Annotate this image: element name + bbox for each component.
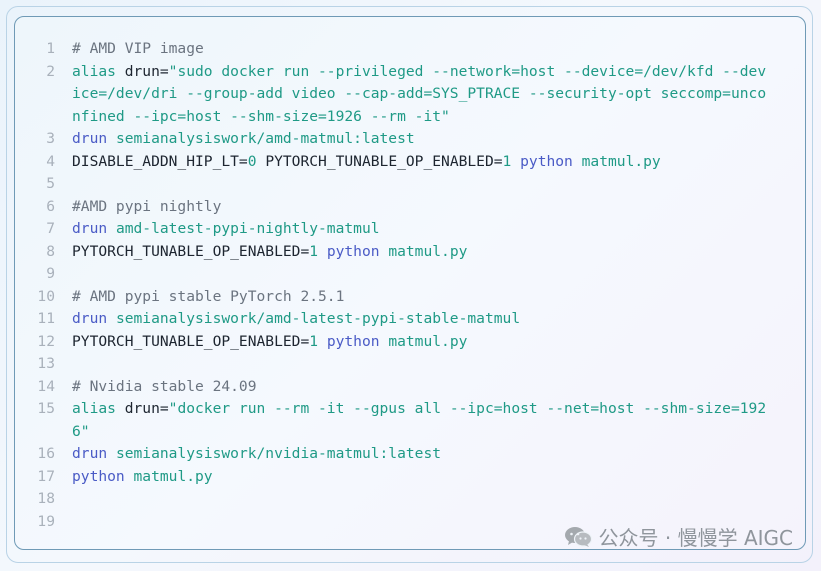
line-number: 4 — [46, 152, 55, 170]
line-number: 5 — [46, 175, 55, 192]
code-token: drun — [72, 310, 116, 327]
line-number: 1 — [46, 40, 55, 57]
code-line: 11 drun semianalysiswork/amd-latest-pypi-… — [15, 308, 805, 331]
line-text: PYTORCH_TUNABLE_OP_ENABLED=1 python matm… — [72, 331, 772, 354]
code-token: 1 — [309, 332, 319, 350]
line-text — [72, 263, 772, 286]
line-number: 2 — [46, 62, 55, 80]
code-token: 1 — [309, 242, 319, 260]
code-line: 10 # AMD pypi stable PyTorch 2.5.1 — [15, 286, 805, 309]
code-token: semianalysiswork/amd-latest-pypi-stable-… — [115, 310, 521, 327]
code-token: PYTORCH_TUNABLE_OP_ENABLED= — [256, 152, 503, 170]
code-line: 13 — [15, 353, 805, 376]
code-token: # Nvidia stable 24.09 — [72, 377, 257, 395]
code-line: 6 #AMD pypi nightly — [15, 196, 805, 219]
line-number: 19 — [37, 512, 55, 530]
code-token: drun — [72, 445, 116, 462]
code-token: python — [318, 332, 389, 350]
line-text: python matmul.py — [72, 466, 772, 489]
code-token: PYTORCH_TUNABLE_OP_ENABLED= — [72, 242, 310, 260]
code-line: 8 PYTORCH_TUNABLE_OP_ENABLED=1 python mat… — [15, 241, 805, 264]
code-token: matmul.py — [133, 467, 213, 485]
line-number: 9 — [46, 265, 55, 282]
code-token: alias — [72, 62, 125, 80]
line-text: alias drun="docker run --rm -it --gpus a… — [72, 398, 772, 443]
code-line: 3 drun semianalysiswork/amd-matmul:latest — [15, 128, 805, 151]
code-token: drun= — [124, 400, 169, 417]
code-token: # AMD VIP image — [72, 40, 204, 57]
watermark: 公众号 · 慢慢学 AIGC — [564, 522, 793, 551]
line-number: 11 — [37, 310, 55, 327]
code-token: "docker run --rm -it --gpus all --ipc=ho… — [72, 400, 767, 440]
code-line: 1 # AMD VIP image — [15, 38, 805, 61]
line-number: 12 — [37, 332, 55, 350]
line-text: #AMD pypi nightly — [72, 196, 772, 219]
line-number: 3 — [46, 130, 55, 147]
code-line: 12 PYTORCH_TUNABLE_OP_ENABLED=1 python ma… — [15, 331, 805, 354]
code-token: PYTORCH_TUNABLE_OP_ENABLED= — [72, 332, 310, 350]
code-line: 7 drun amd-latest-pypi-nightly-matmul — [15, 218, 805, 241]
code-token: DISABLE_ADDN_HIP_LT= — [72, 152, 248, 170]
line-text: # AMD VIP image — [72, 38, 772, 61]
code-token: drun — [72, 130, 116, 147]
code-token: "sudo docker run --privileged --network=… — [72, 62, 767, 125]
code-token: semianalysiswork/nvidia-matmul:latest — [115, 445, 442, 462]
code-block[interactable]: 1 # AMD VIP image 2 alias drun="sudo docker… — [14, 16, 806, 550]
code-token: python — [72, 467, 134, 485]
line-text: # AMD pypi stable PyTorch 2.5.1 — [72, 286, 772, 309]
line-text — [72, 173, 772, 196]
line-text: drun semianalysiswork/amd-matmul:latest — [72, 128, 772, 151]
line-text: drun semianalysiswork/nvidia-matmul:late… — [72, 443, 772, 466]
code-token: #AMD pypi nightly — [72, 197, 222, 215]
line-text: drun semianalysiswork/amd-latest-pypi-st… — [72, 308, 772, 331]
code-lines: 1 # AMD VIP image 2 alias drun="sudo docker… — [15, 38, 805, 533]
line-text: alias drun="sudo docker run --privileged… — [72, 61, 772, 129]
line-number: 13 — [37, 355, 55, 372]
line-text: DISABLE_ADDN_HIP_LT=0 PYTORCH_TUNABLE_OP… — [72, 151, 772, 174]
line-number: 8 — [46, 242, 55, 260]
watermark-text: 公众号 · 慢慢学 AIGC — [598, 526, 793, 550]
wechat-icon — [564, 526, 592, 548]
code-token: matmul.py — [388, 332, 468, 350]
code-token: matmul.py — [581, 152, 661, 170]
line-number: 7 — [46, 220, 55, 237]
line-number: 15 — [37, 400, 55, 417]
code-line: 2 alias drun="sudo docker run --privilege… — [15, 61, 805, 129]
code-token: 0 — [247, 152, 257, 170]
line-number: 18 — [37, 490, 55, 507]
code-token: python — [511, 152, 582, 170]
code-line: 14 # Nvidia stable 24.09 — [15, 376, 805, 399]
code-line: 15 alias drun="docker run --rm -it --gpus… — [15, 398, 805, 443]
code-line: 18 — [15, 488, 805, 511]
code-line: 5 — [15, 173, 805, 196]
code-line: 17 python matmul.py — [15, 466, 805, 489]
line-text — [72, 353, 772, 376]
code-token: # AMD pypi stable PyTorch 2.5.1 — [72, 287, 345, 305]
line-number: 14 — [37, 377, 55, 395]
line-number: 10 — [37, 287, 55, 305]
line-number: 16 — [37, 445, 55, 462]
line-number: 17 — [37, 467, 55, 485]
line-text: # Nvidia stable 24.09 — [72, 376, 772, 399]
line-text: PYTORCH_TUNABLE_OP_ENABLED=1 python matm… — [72, 241, 772, 264]
code-line: 16 drun semianalysiswork/nvidia-matmul:la… — [15, 443, 805, 466]
code-line: 4 DISABLE_ADDN_HIP_LT=0 PYTORCH_TUNABLE_O… — [15, 151, 805, 174]
line-number: 6 — [46, 197, 55, 215]
code-token: drun= — [124, 62, 169, 80]
line-text — [72, 488, 772, 511]
code-token: matmul.py — [388, 242, 468, 260]
code-line: 9 — [15, 263, 805, 286]
line-text: drun amd-latest-pypi-nightly-matmul — [72, 218, 772, 241]
code-token: drun — [72, 220, 116, 237]
code-token: semianalysiswork/amd-matmul:latest — [115, 130, 415, 147]
code-token: python — [318, 242, 389, 260]
code-token: alias — [72, 400, 125, 417]
code-token: amd-latest-pypi-nightly-matmul — [115, 220, 380, 237]
